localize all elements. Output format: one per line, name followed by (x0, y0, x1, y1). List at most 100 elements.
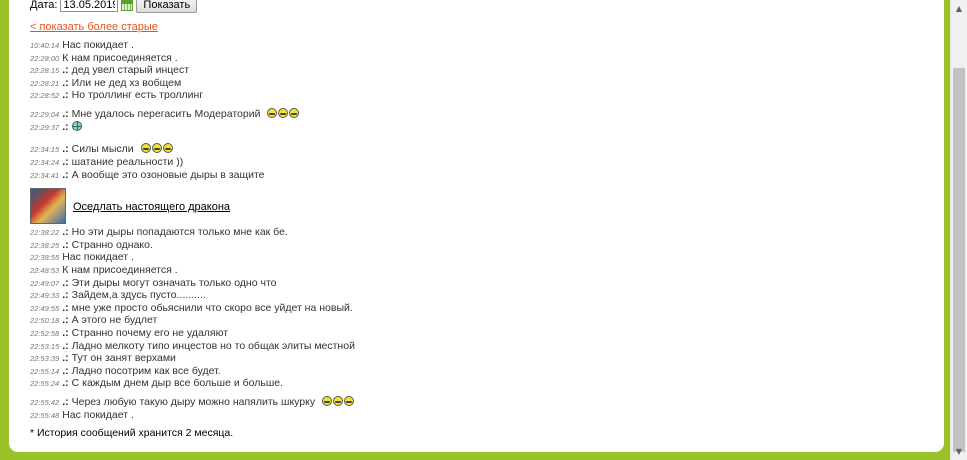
smiley-icon (162, 142, 173, 153)
message-row: 22:52:58.: Странно почему его не удаляют (30, 327, 930, 340)
scroll-down-icon[interactable]: ▼ (951, 443, 967, 460)
smiley-icon (267, 107, 278, 118)
message-time: 22:34:24 (30, 157, 60, 167)
message-text: С каждым днем дыр все больше и больше. (71, 377, 284, 390)
message-text: Через любую такую дыру можно напялить шк… (71, 395, 316, 408)
message-row: 22:55:14.: Ладно посотрим как все будет. (30, 365, 930, 378)
message-prefix: .: (62, 238, 69, 251)
vertical-scrollbar[interactable]: ▲ ▼ (950, 0, 967, 460)
message-row: 22:34:24.: шатание реальности )) (30, 156, 930, 169)
message-time: 22:49:07 (30, 278, 60, 288)
message-time: 22:50:18 (30, 316, 60, 326)
message-text: А вообще это озоновые дыры в защите (71, 168, 265, 181)
message-text: Нас покидает . (62, 39, 134, 51)
message-row: 10:40:14 Нас покидает . (30, 39, 930, 52)
message-row: 22:28:52.: Но троллинг есть троллинг (30, 89, 930, 102)
message-prefix: .: (62, 352, 69, 365)
message-time: 10:40:14 (30, 41, 60, 50)
message-prefix: .: (62, 301, 69, 314)
chat-history-panel: Дата: Показать < показать более старые 1… (9, 0, 944, 452)
message-time: 22:34:41 (30, 170, 60, 180)
message-time: 22:49:55 (30, 303, 60, 313)
smiley-icon (151, 142, 162, 153)
message-prefix: .: (62, 339, 69, 352)
message-time: 22:38:22 (30, 228, 60, 238)
message-row: 22:38:22.: Но эти дыры попадаются только … (30, 226, 930, 239)
message-row: 22:50:18.: А этого не будлет (30, 314, 930, 327)
message-text: Или не дед хз вобщем (71, 76, 182, 89)
message-time: 22:29:37 (30, 122, 60, 132)
dragon-picture-icon[interactable] (30, 188, 66, 225)
message-prefix: .: (62, 326, 69, 339)
message-log: 10:40:14 Нас покидает . 22:28:00 К нам при… (30, 39, 930, 421)
message-text: Эти дыры могут означать только одно что (71, 276, 277, 289)
message-prefix: .: (62, 168, 69, 181)
calendar-icon[interactable] (121, 0, 134, 11)
message-row: 22:28:21.: Или не дед хз вобщем (30, 77, 930, 90)
dragon-post: Оседлать настоящего дракона (30, 181, 930, 225)
message-row: 22:55:48 Нас покидает . (30, 409, 930, 422)
message-text: Странно почему его не удаляют (71, 326, 229, 339)
message-prefix: .: (62, 120, 69, 133)
message-time: 22:52:58 (30, 328, 60, 338)
smiley-icon (332, 395, 343, 406)
date-filter-bar: Дата: Показать (30, 0, 198, 13)
scroll-up-icon[interactable]: ▲ (951, 0, 967, 17)
message-row: 22:49:55.: мне уже просто обьяснили что с… (30, 302, 930, 315)
smiley-icon (343, 395, 354, 406)
message-row: 22:29:37.: (30, 120, 930, 137)
message-time: 22:55:42 (30, 397, 60, 407)
message-text: К нам присоединяется . (62, 263, 178, 276)
message-time: 22:28:00 (30, 53, 60, 63)
scroll-thumb[interactable] (953, 68, 965, 452)
message-text: Странно однако. (71, 238, 153, 251)
message-text: дед увел старый инцест (71, 64, 190, 77)
message-prefix: .: (62, 89, 69, 102)
message-time: 22:28:52 (30, 91, 60, 101)
date-label: Дата: (30, 0, 58, 11)
message-time: 22:29:04 (30, 109, 60, 119)
message-text: шатание реальности )) (71, 155, 184, 168)
message-text: Но эти дыры попадаются только мне как бе… (71, 226, 288, 239)
message-row: 22:38:55 Нас покидает . (30, 251, 930, 264)
globe-smiley-icon (71, 120, 82, 131)
message-row: 22:34:15.: Силы мысли (30, 137, 930, 156)
message-time: 22:53:15 (30, 341, 60, 351)
message-prefix: .: (62, 364, 69, 377)
message-time: 22:28:21 (30, 78, 60, 88)
message-time: 22:34:15 (30, 144, 60, 154)
message-row: 22:28:15.: дед увел старый инцест (30, 64, 930, 77)
message-text: мне уже просто обьяснили что скоро все у… (71, 301, 353, 314)
message-prefix: .: (62, 314, 69, 327)
message-prefix: .: (62, 155, 69, 168)
message-prefix: .: (62, 395, 69, 408)
dragon-title-link[interactable]: Оседлать настоящего дракона (73, 201, 230, 213)
message-text: Ладно посотрим как все будет. (71, 364, 221, 377)
history-retention-note: * История сообщений хранится 2 месяца. (30, 427, 234, 439)
message-time: 22:55:24 (30, 379, 60, 389)
message-row: 22:34:41.: А вообще это озоновые дыры в з… (30, 169, 930, 182)
message-prefix: .: (62, 64, 69, 77)
show-older-link[interactable]: < показать более старые (30, 21, 158, 33)
message-prefix: .: (62, 289, 69, 302)
message-text: Мне удалось перегасить Модераторий (71, 107, 261, 120)
message-time: 22:55:14 (30, 366, 60, 376)
message-time: 22:55:48 (30, 410, 60, 420)
message-time: 22:53:39 (30, 354, 60, 364)
message-text: Но троллинг есть троллинг (71, 89, 204, 102)
message-row: 22:53:39.: Тут он занят верхами (30, 352, 930, 365)
message-prefix: .: (62, 377, 69, 390)
message-row: 22:53:15.: Ладно мелкоту типо инцестов но… (30, 340, 930, 353)
message-text: Нас покидает . (62, 408, 134, 421)
message-row: 22:49:07.: Эти дыры могут означать только… (30, 277, 930, 290)
message-prefix: .: (62, 142, 69, 155)
message-prefix: .: (62, 107, 69, 120)
message-prefix: .: (62, 226, 69, 239)
smiley-icon (289, 107, 300, 118)
message-row: 22:55:24.: С каждым днем дыр все больше и… (30, 377, 930, 390)
show-button[interactable]: Показать (136, 0, 198, 13)
message-list-1: 10:40:14 Нас покидает . 22:28:00 К нам при… (30, 39, 930, 181)
date-input[interactable] (60, 0, 119, 12)
message-row: 22:28:00 К нам присоединяется . (30, 52, 930, 65)
message-time: 22:38:55 (30, 253, 60, 263)
